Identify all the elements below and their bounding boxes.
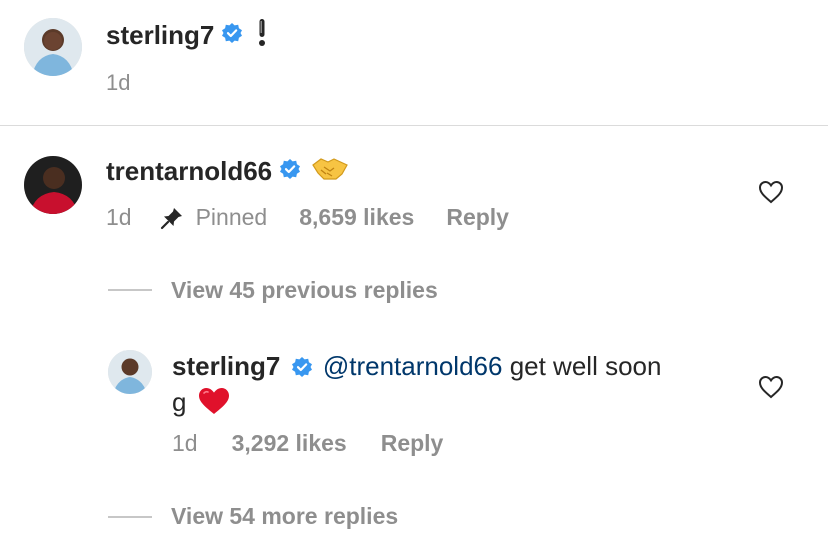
comment-like-heart-icon[interactable] bbox=[758, 180, 784, 209]
view-more-replies-button[interactable]: View 54 more replies bbox=[171, 503, 398, 530]
post-time: 1d bbox=[106, 70, 131, 95]
reply-reply-button[interactable]: Reply bbox=[381, 430, 444, 457]
pin-icon bbox=[160, 206, 184, 230]
view-previous-replies-button[interactable]: View 45 previous replies bbox=[171, 277, 438, 304]
verified-badge-icon bbox=[280, 158, 301, 184]
thread-line bbox=[108, 516, 152, 518]
comment-time: 1d bbox=[106, 204, 132, 230]
post-avatar[interactable] bbox=[24, 18, 82, 76]
reply-like-heart-icon[interactable] bbox=[758, 375, 784, 404]
reply-text: get well soon bbox=[502, 351, 662, 381]
red-heart-emoji-icon bbox=[198, 387, 230, 423]
comment-reply-button[interactable]: Reply bbox=[446, 204, 509, 231]
verified-badge-icon bbox=[291, 351, 312, 385]
post-username[interactable]: sterling7 bbox=[106, 20, 214, 51]
thread-line bbox=[108, 289, 152, 291]
reply-avatar[interactable] bbox=[108, 350, 152, 394]
reply-text-cont: g bbox=[172, 387, 187, 418]
comment-likes[interactable]: 8,659 likes bbox=[299, 204, 414, 231]
reply-likes[interactable]: 3,292 likes bbox=[232, 430, 347, 457]
comment-avatar[interactable] bbox=[24, 156, 82, 214]
divider bbox=[0, 125, 828, 126]
comment-username[interactable]: trentarnold66 bbox=[106, 156, 272, 187]
verified-badge-icon bbox=[222, 22, 243, 48]
reply-username[interactable]: sterling7 bbox=[172, 351, 280, 381]
reply-time: 1d bbox=[172, 430, 198, 456]
exclamation-emoji-icon bbox=[256, 18, 268, 53]
handshake-emoji-icon bbox=[312, 156, 348, 187]
pinned-label: Pinned bbox=[195, 204, 268, 230]
reply-mention-link[interactable]: @trentarnold66 bbox=[323, 351, 503, 381]
